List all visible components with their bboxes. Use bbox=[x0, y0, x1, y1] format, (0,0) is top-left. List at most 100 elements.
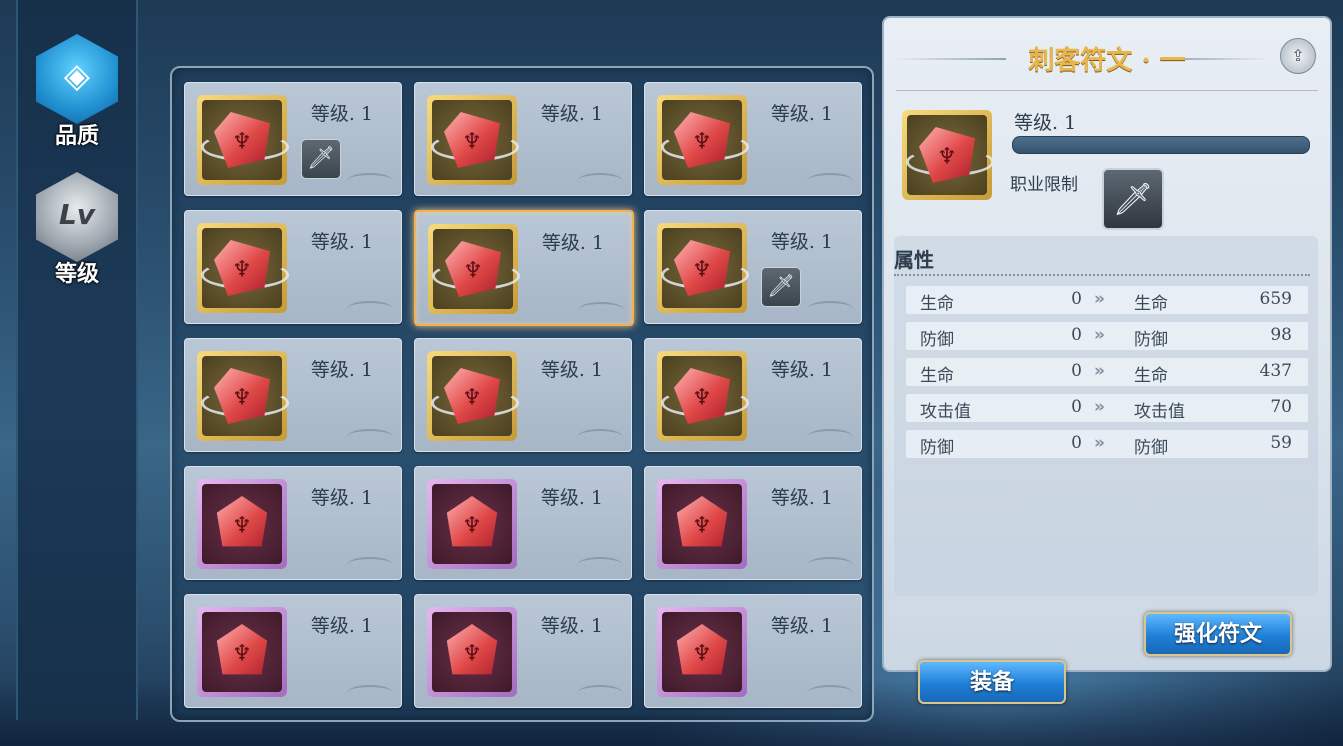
attribute-name: 生命 bbox=[920, 294, 954, 314]
rune-level: 等级. 1 bbox=[310, 359, 373, 381]
experience-bar bbox=[1012, 136, 1310, 154]
rune-level: 等级. 1 bbox=[540, 359, 603, 381]
attribute-current-value: 0 bbox=[1071, 325, 1082, 345]
nav-quality-label: 品质 bbox=[54, 123, 99, 149]
dagger-icon: 🗡 bbox=[301, 139, 341, 179]
rune-slot[interactable]: ♆ 等级. 1 bbox=[184, 594, 402, 708]
attribute-row: 防御 0 » 防御 98 bbox=[906, 322, 1308, 350]
rune-level: 等级. 1 bbox=[770, 103, 833, 125]
job-restriction-label: 职业限制 bbox=[1010, 175, 1078, 195]
rune-level: 等级. 1 bbox=[541, 232, 604, 254]
attribute-next-value: 659 bbox=[1259, 289, 1292, 309]
cell-ornament bbox=[807, 301, 853, 317]
attribute-row: 生命 0 » 生命 659 bbox=[906, 286, 1308, 314]
rune-level: 等级. 1 bbox=[310, 231, 373, 253]
cell-ornament bbox=[347, 173, 393, 189]
double-chevron-right-icon: » bbox=[1094, 361, 1105, 381]
attribute-next-name: 防御 bbox=[1134, 438, 1168, 458]
rune-slot[interactable]: ♆ 等级. 1 bbox=[414, 466, 632, 580]
rune-level: 等级. 1 bbox=[770, 615, 833, 637]
cell-ornament bbox=[347, 429, 393, 445]
detail-level: 等级. 1 bbox=[1014, 112, 1077, 134]
lv-icon-text: Lv bbox=[58, 198, 96, 231]
double-chevron-right-icon: » bbox=[1094, 325, 1105, 345]
attribute-current-value: 0 bbox=[1071, 361, 1082, 381]
rune-slot[interactable]: ♆ 等级. 1 bbox=[184, 210, 402, 324]
rune-icon: ♆ bbox=[657, 223, 749, 313]
cell-ornament bbox=[807, 685, 853, 701]
rune-slot[interactable]: ♆ 等级. 1 🗡 bbox=[184, 82, 402, 196]
rune-icon: ♆ bbox=[428, 224, 520, 314]
diamond-glyph: ◈ bbox=[63, 56, 91, 96]
rune-slot[interactable]: ♆ 等级. 1 bbox=[644, 338, 862, 452]
attribute-name: 防御 bbox=[920, 438, 954, 458]
attributes-title: 属性 bbox=[894, 248, 934, 272]
header-divider bbox=[896, 90, 1318, 91]
cell-ornament bbox=[577, 557, 623, 573]
cell-ornament bbox=[577, 429, 623, 445]
attribute-next-value: 98 bbox=[1270, 325, 1292, 345]
nav-level-label: 等级 bbox=[54, 261, 99, 287]
rune-icon: ♆ bbox=[197, 351, 289, 441]
attribute-next-name: 生命 bbox=[1134, 366, 1168, 386]
rune-icon: ♆ bbox=[657, 351, 749, 441]
attribute-current-value: 0 bbox=[1071, 289, 1082, 309]
rune-detail-panel: 刺客符文 · 一 ⇪ ♆ 等级. 1 职业限制 🗡 属性 生命 0 » 生命 659 防御… bbox=[882, 16, 1332, 672]
attribute-row: 防御 0 » 防御 59 bbox=[906, 430, 1308, 458]
rune-level: 等级. 1 bbox=[770, 487, 833, 509]
rune-slot[interactable]: ♆ 等级. 1 bbox=[184, 466, 402, 580]
rune-icon: ♆ bbox=[197, 607, 287, 697]
rune-slot[interactable]: ♆ 等级. 1 bbox=[184, 338, 402, 452]
attribute-row: 攻击值 0 » 攻击值 70 bbox=[906, 394, 1308, 422]
rune-icon: ♆ bbox=[657, 95, 749, 185]
rune-icon: ♆ bbox=[427, 607, 517, 697]
side-nav: ◈ 品质 Lv 等级 bbox=[16, 0, 138, 720]
rune-icon: ♆ bbox=[427, 95, 519, 185]
enhance-rune-button[interactable]: 强化符文 bbox=[1144, 612, 1292, 656]
rune-slot[interactable]: ♆ 等级. 1 🗡 bbox=[644, 210, 862, 324]
rune-level: 等级. 1 bbox=[770, 231, 833, 253]
attribute-name: 防御 bbox=[920, 330, 954, 350]
rune-slot[interactable]: ♆ 等级. 1 bbox=[644, 594, 862, 708]
rune-grid-panel: ♆ 等级. 1 🗡 ♆ 等级. 1 ♆ 等级. 1 ♆ 等级. 1 ♆ 等级. 1 ♆ 等级. 1 🗡 ♆ 等… bbox=[170, 66, 874, 722]
cell-ornament bbox=[807, 557, 853, 573]
nav-quality-button[interactable]: ◈ 品质 bbox=[30, 34, 124, 149]
attribute-current-value: 0 bbox=[1071, 433, 1082, 453]
rune-slot[interactable]: ♆ 等级. 1 bbox=[414, 338, 632, 452]
rune-slot[interactable]: ♆ 等级. 1 bbox=[414, 82, 632, 196]
double-chevron-right-icon: » bbox=[1094, 397, 1105, 417]
cell-ornament bbox=[577, 685, 623, 701]
rune-slot[interactable]: ♆ 等级. 1 bbox=[414, 210, 634, 326]
double-chevron-right-icon: » bbox=[1094, 289, 1105, 309]
rune-icon: ♆ bbox=[657, 479, 747, 569]
rune-level: 等级. 1 bbox=[540, 487, 603, 509]
rune-icon: ♆ bbox=[197, 223, 289, 313]
cell-ornament bbox=[807, 429, 853, 445]
cell-ornament bbox=[807, 173, 853, 189]
dagger-icon: 🗡 bbox=[761, 267, 801, 307]
equip-button[interactable]: 装备 bbox=[918, 660, 1066, 704]
attribute-name: 攻击值 bbox=[920, 402, 971, 422]
rune-slot[interactable]: ♆ 等级. 1 bbox=[414, 594, 632, 708]
cell-ornament bbox=[347, 301, 393, 317]
rune-slot[interactable]: ♆ 等级. 1 bbox=[644, 82, 862, 196]
rune-title: 刺客符文 · 一 bbox=[1028, 46, 1186, 76]
rune-level: 等级. 1 bbox=[310, 615, 373, 637]
rune-level: 等级. 1 bbox=[310, 487, 373, 509]
rune-icon: ♆ bbox=[197, 95, 289, 185]
nav-level-button[interactable]: Lv 等级 bbox=[30, 172, 124, 287]
rune-level: 等级. 1 bbox=[310, 103, 373, 125]
dagger-icon[interactable]: 🗡 bbox=[1102, 168, 1164, 230]
attribute-next-value: 59 bbox=[1270, 433, 1292, 453]
rune-level: 等级. 1 bbox=[540, 103, 603, 125]
rune-level: 等级. 1 bbox=[770, 359, 833, 381]
rune-slot[interactable]: ♆ 等级. 1 bbox=[644, 466, 862, 580]
rune-level: 等级. 1 bbox=[540, 615, 603, 637]
cell-ornament bbox=[578, 302, 624, 318]
attribute-next-name: 防御 bbox=[1134, 330, 1168, 350]
detail-rune-icon: ♆ bbox=[902, 110, 994, 200]
share-icon[interactable]: ⇪ bbox=[1280, 38, 1316, 74]
cell-ornament bbox=[347, 685, 393, 701]
rune-icon: ♆ bbox=[427, 479, 517, 569]
attribute-current-value: 0 bbox=[1071, 397, 1082, 417]
